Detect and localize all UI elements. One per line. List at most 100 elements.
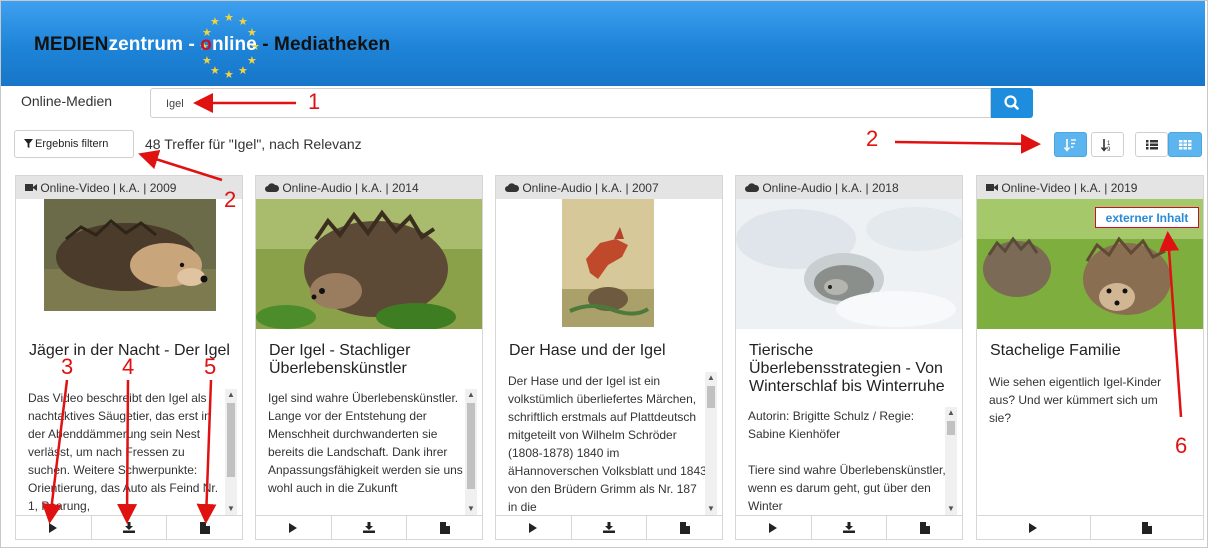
- search-input[interactable]: Igel: [150, 88, 991, 118]
- card-title[interactable]: Stachelige Familie: [990, 342, 1195, 360]
- media-card[interactable]: Online-Video | k.A. | 2019 Stachelige Fa…: [976, 175, 1204, 540]
- card-actions: [496, 515, 722, 539]
- scroll-down-icon[interactable]: ▼: [225, 503, 237, 515]
- play-button[interactable]: [977, 516, 1091, 539]
- play-button[interactable]: [496, 516, 572, 539]
- document-button[interactable]: [407, 516, 482, 539]
- media-card[interactable]: Online-Audio | k.A. | 2018 Tierische Übe…: [735, 175, 963, 540]
- card-scrollbar[interactable]: ▲ ▼: [225, 389, 237, 515]
- download-icon: [843, 522, 855, 533]
- card-actions: [256, 515, 482, 539]
- card-meta: Online-Audio | k.A. | 2007: [496, 176, 722, 199]
- scroll-down-icon[interactable]: ▼: [465, 503, 477, 515]
- document-button[interactable]: [167, 516, 242, 539]
- download-button[interactable]: [572, 516, 648, 539]
- card-thumbnail[interactable]: [256, 199, 482, 329]
- brand-zentrum: zentrum: [108, 34, 184, 55]
- scroll-down-icon[interactable]: ▼: [945, 503, 957, 515]
- site-title[interactable]: MEDIENzentrum - online - Mediatheken: [34, 34, 390, 56]
- card-description: Wie sehen eigentlich Igel-Kinder aus? Un…: [989, 375, 1162, 425]
- card-actions: [16, 515, 242, 539]
- result-count-text: 48 Treffer für "Igel", nach Relevanz: [145, 136, 362, 152]
- document-button[interactable]: [1091, 516, 1204, 539]
- brand-medien: MEDIEN: [34, 34, 109, 55]
- cloud-icon: [505, 183, 520, 192]
- scroll-up-icon[interactable]: ▲: [465, 389, 477, 401]
- external-content-badge: externer Inhalt: [1095, 207, 1199, 228]
- annotation-number: 6: [1175, 433, 1188, 458]
- card-description: Autorin: Brigitte Schulz / Regie: Sabine…: [748, 409, 946, 513]
- filter-results-button[interactable]: Ergebnis filtern: [14, 130, 134, 158]
- brand-nline: nline: [212, 34, 257, 55]
- site-header: ★ ★ ★ ★ ★ ★ ★ ★ ★ ★ ★ ★ MEDIENzentrum - …: [1, 1, 1205, 86]
- card-scrollbar[interactable]: ▲ ▼: [945, 407, 957, 515]
- svg-text:9: 9: [1107, 147, 1111, 153]
- search-label: Online-Medien: [21, 93, 113, 109]
- cloud-icon: [265, 183, 280, 192]
- card-meta: Online-Video | k.A. | 2019: [977, 176, 1203, 199]
- card-meta: Online-Audio | k.A. | 2014: [256, 176, 482, 199]
- brand-separator-2: -: [256, 34, 275, 55]
- annotation-number: 2: [224, 187, 237, 212]
- card-description: Der Hase und der Igel ist ein volkstümli…: [508, 374, 707, 514]
- search-button[interactable]: [991, 88, 1033, 118]
- list-view-icon: [1146, 140, 1158, 150]
- document-icon: [679, 521, 690, 534]
- play-button[interactable]: [16, 516, 92, 539]
- scroll-thumb[interactable]: [707, 386, 715, 408]
- sort-relevance-button[interactable]: [1054, 132, 1087, 157]
- scroll-down-icon[interactable]: ▼: [705, 503, 717, 515]
- scroll-thumb[interactable]: [467, 403, 475, 489]
- card-thumbnail[interactable]: [736, 199, 962, 329]
- card-scrollbar[interactable]: ▲ ▼: [705, 372, 717, 515]
- card-actions: [736, 515, 962, 539]
- grid-view-button[interactable]: [1168, 132, 1202, 157]
- card-meta: Online-Audio | k.A. | 2018: [736, 176, 962, 199]
- scroll-up-icon[interactable]: ▲: [705, 372, 717, 384]
- download-button[interactable]: [812, 516, 888, 539]
- scroll-thumb[interactable]: [227, 403, 235, 477]
- document-button[interactable]: [647, 516, 722, 539]
- card-scrollbar[interactable]: ▲ ▼: [465, 389, 477, 515]
- document-button[interactable]: [887, 516, 962, 539]
- play-icon: [49, 522, 58, 533]
- card-thumbnail[interactable]: [16, 199, 242, 329]
- download-button[interactable]: [92, 516, 168, 539]
- card-description: Igel sind wahre Überlebenskünstler. Lang…: [268, 391, 463, 495]
- sort-numeric-button[interactable]: 1 9: [1091, 132, 1124, 157]
- sort-relevance-icon: [1063, 139, 1076, 152]
- play-icon: [1029, 522, 1038, 533]
- card-title[interactable]: Tierische Überlebensstrategien - Von Win…: [749, 342, 954, 396]
- card-title[interactable]: Der Igel - Stachliger Überlebenskünstler: [269, 342, 474, 378]
- list-view-button[interactable]: [1135, 132, 1168, 157]
- play-button[interactable]: [736, 516, 812, 539]
- card-meta-text: Online-Audio | k.A. | 2014: [282, 181, 419, 195]
- scroll-up-icon[interactable]: ▲: [945, 407, 957, 419]
- document-icon: [439, 521, 450, 534]
- card-meta: Online-Video | k.A. | 2009: [16, 176, 242, 199]
- download-icon: [363, 522, 375, 533]
- media-card[interactable]: Online-Audio | k.A. | 2014 Der Igel - St…: [255, 175, 483, 540]
- card-actions: [977, 515, 1203, 539]
- grid-view-icon: [1179, 140, 1192, 150]
- scroll-thumb[interactable]: [947, 421, 955, 435]
- filter-label: Ergebnis filtern: [35, 138, 109, 150]
- download-button[interactable]: [332, 516, 408, 539]
- card-meta-text: Online-Video | k.A. | 2019: [1001, 181, 1138, 195]
- annotation-number: 5: [204, 354, 217, 379]
- download-icon: [603, 522, 615, 533]
- annotation-number: 2: [866, 126, 879, 151]
- document-icon: [1141, 521, 1152, 534]
- brand-mediatheken: Mediatheken: [274, 34, 391, 55]
- play-button[interactable]: [256, 516, 332, 539]
- play-icon: [289, 522, 298, 533]
- play-icon: [529, 522, 538, 533]
- search-icon: [1004, 95, 1019, 110]
- annotation-number: 3: [61, 354, 74, 379]
- card-thumbnail[interactable]: [496, 199, 722, 329]
- card-title[interactable]: Der Hase und der Igel: [509, 342, 714, 360]
- media-card[interactable]: Online-Audio | k.A. | 2007 Der Hase und …: [495, 175, 723, 540]
- scroll-up-icon[interactable]: ▲: [225, 389, 237, 401]
- brand-o: o: [200, 34, 213, 55]
- annotation-number: 1: [308, 89, 321, 114]
